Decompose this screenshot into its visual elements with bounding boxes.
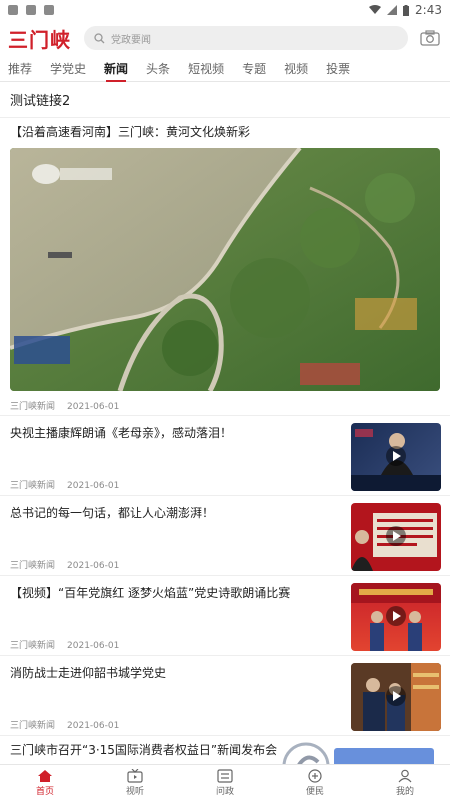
play-icon [386, 446, 406, 466]
status-bar: 2:43 [0, 0, 450, 20]
tab-recommend[interactable]: 推荐 [8, 56, 32, 82]
tab-short-video[interactable]: 短视频 [188, 56, 224, 82]
nav-home[interactable]: 首页 [0, 765, 90, 800]
news-item[interactable]: 【视频】“百年党旗红 逐梦火焰蓝”党史诗歌朗诵比赛 三门峡新闻 2021-06-0… [0, 575, 450, 655]
search-placeholder: 党政要闻 [111, 34, 151, 46]
camera-icon [420, 30, 440, 46]
news-thumbnail[interactable] [351, 503, 441, 571]
news-thumbnail[interactable] [351, 583, 441, 651]
wifi-icon [369, 5, 382, 14]
nav-label: 问政 [215, 786, 234, 797]
nav-service[interactable]: 便民 [270, 765, 360, 800]
featured-source: 三门峡新闻 [10, 402, 56, 412]
tab-headlines[interactable]: 头条 [146, 56, 170, 82]
aerial-river-photo [10, 148, 440, 391]
wenzheng-icon [217, 768, 233, 783]
app-header: 三门峡 党政要闻 [0, 20, 450, 56]
play-icon [386, 686, 406, 706]
status-time: 2:43 [415, 3, 442, 17]
news-item[interactable]: 消防战士走进仰韶书城学党史 三门峡新闻 2021-06-01 [0, 655, 450, 735]
news-date: 2021-06-01 [67, 721, 120, 731]
news-title[interactable]: 消防战士走进仰韶书城学党史 [10, 664, 340, 682]
nav-label: 我的 [395, 786, 414, 797]
camera-button[interactable] [418, 26, 442, 50]
service-icon [308, 768, 322, 783]
news-title[interactable]: 【视频】“百年党旗红 逐梦火焰蓝”党史诗歌朗诵比赛 [10, 584, 340, 602]
tv-icon [127, 768, 143, 783]
news-source: 三门峡新闻 [10, 561, 56, 571]
search-icon [94, 32, 105, 43]
featured-title[interactable]: 【沿着高速看河南】三门峡：黄河文化焕新彩 [10, 122, 440, 142]
news-thumbnail[interactable] [351, 663, 441, 731]
download-icon [44, 5, 54, 15]
status-left [8, 5, 54, 15]
news-thumbnail[interactable] [351, 423, 441, 491]
battery-icon [403, 4, 410, 16]
news-title[interactable]: 央视主播康辉朗诵《老母亲》，感动落泪！ [10, 424, 340, 442]
signal-icon [387, 5, 398, 15]
news-date: 2021-06-01 [67, 481, 120, 491]
news-source: 三门峡新闻 [10, 641, 56, 651]
news-source: 三门峡新闻 [10, 721, 56, 731]
tab-party-history[interactable]: 学党史 [50, 56, 86, 82]
nav-wenzheng[interactable]: 问政 [180, 765, 270, 800]
nav-label: 便民 [305, 786, 324, 797]
play-icon [386, 606, 406, 626]
section-title[interactable]: 测试链接2 [0, 82, 450, 118]
nav-label: 视听 [125, 786, 144, 797]
tab-vote[interactable]: 投票 [326, 56, 350, 82]
tab-topics[interactable]: 专题 [242, 56, 266, 82]
bottom-nav: 首页 视听 问政 便民 我的 [0, 764, 450, 800]
app-logo[interactable]: 三门峡 [8, 24, 74, 53]
play-icon [386, 526, 406, 546]
tab-news[interactable]: 新闻 [104, 56, 128, 82]
image-icon [26, 5, 36, 15]
featured-image[interactable] [10, 148, 440, 391]
news-title[interactable]: 总书记的每一句话，都让人心潮澎湃！ [10, 504, 340, 522]
news-meta: 三门峡新闻 2021-06-01 [10, 718, 119, 731]
featured-date: 2021-06-01 [67, 402, 120, 412]
news-meta: 三门峡新闻 2021-06-01 [10, 478, 119, 491]
nav-audiovisual[interactable]: 视听 [90, 765, 180, 800]
notification-icon [8, 5, 18, 15]
tab-video[interactable]: 视频 [284, 56, 308, 82]
featured-meta: 三门峡新闻 2021-06-01 [10, 399, 119, 412]
news-item[interactable]: 央视主播康辉朗诵《老母亲》，感动落泪！ 三门峡新闻 2021-06-01 [0, 415, 450, 495]
profile-icon [398, 769, 412, 782]
channel-tabs: 推荐 学党史 新闻 头条 短视频 专题 视频 投票 [0, 56, 450, 82]
news-meta: 三门峡新闻 2021-06-01 [10, 558, 119, 571]
status-right: 2:43 [369, 3, 442, 17]
news-meta: 三门峡新闻 2021-06-01 [10, 638, 119, 651]
nav-label: 首页 [35, 786, 54, 797]
news-date: 2021-06-01 [67, 561, 120, 571]
home-icon [38, 769, 52, 782]
nav-profile[interactable]: 我的 [360, 765, 450, 800]
news-source: 三门峡新闻 [10, 481, 56, 491]
news-date: 2021-06-01 [67, 641, 120, 651]
search-input[interactable]: 党政要闻 [84, 26, 408, 50]
news-item[interactable]: 总书记的每一句话，都让人心潮澎湃！ 三门峡新闻 2021-06-01 [0, 495, 450, 575]
